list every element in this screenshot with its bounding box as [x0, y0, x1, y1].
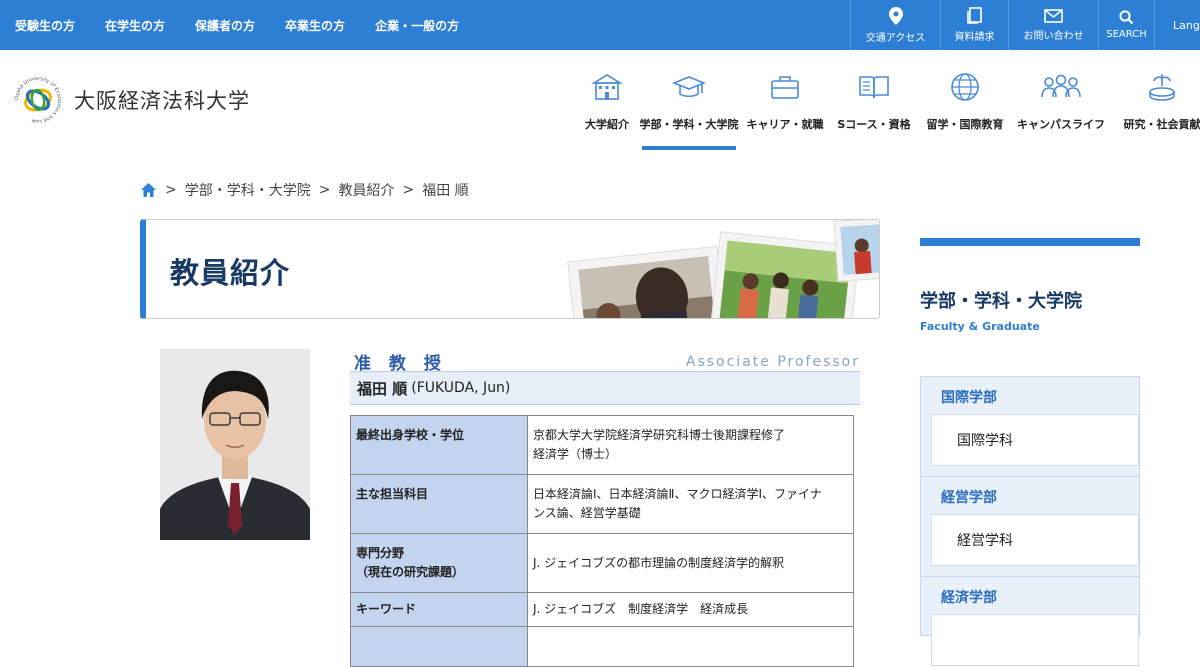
- table-row: [351, 627, 854, 667]
- sidebar-group-economics: 経済学部: [920, 576, 1140, 636]
- breadcrumb-faculty-intro[interactable]: 教員紹介: [338, 180, 394, 200]
- faculty-name-japanese: 福田 順: [357, 378, 407, 399]
- gnav-international[interactable]: 留学・国際教育: [920, 66, 1010, 152]
- faculty-name-bar: 福田 順 (FUKUDA, Jun): [350, 371, 860, 405]
- row-value-education: 京都大学大学院経済学研究科博士後期課程修了経済学（博士）: [528, 416, 854, 475]
- search-label: SEARCH: [1106, 29, 1146, 40]
- search-icon: [1119, 10, 1134, 25]
- sidebar-group-management: 経営学部 経営学科: [920, 476, 1140, 577]
- table-row: 専門分野（現在の研究課題） J. ジェイコブズの都市理論の制度経済学的解釈: [351, 534, 854, 593]
- faculty-rank: 准 教 授 Associate Professor: [350, 349, 860, 371]
- gnav-faculty[interactable]: 学部・学科・大学院: [636, 66, 742, 152]
- gnav-scourse-label: Sコース・資格: [837, 116, 910, 132]
- row-value-next: [528, 627, 854, 667]
- sidebar-item-international-dept[interactable]: 国際学科: [931, 414, 1139, 466]
- page-title-banner: 教員紹介: [140, 219, 880, 319]
- audience-link-alumni[interactable]: 卒業生の方: [285, 17, 345, 34]
- home-icon[interactable]: [140, 182, 157, 198]
- search-button[interactable]: SEARCH: [1098, 0, 1154, 50]
- global-nav: 大学紹介 学部・学科・大学院 キャリア・就職 Sコース・資格 留学・国際教育 キ…: [578, 66, 1200, 152]
- faculty-name-english: (FUKUDA, Jun): [411, 380, 510, 396]
- briefcase-icon: [768, 70, 802, 104]
- gnav-campuslife[interactable]: キャンパスライフ: [1010, 66, 1112, 152]
- sidebar-item-management-faculty[interactable]: 経営学部: [921, 477, 1139, 514]
- rank-english: Associate Professor: [686, 354, 860, 370]
- language-label: Lang: [1173, 19, 1200, 32]
- breadcrumb-faculty[interactable]: 学部・学科・大学院: [185, 180, 311, 200]
- audience-link-business[interactable]: 企業・一般の方: [375, 17, 459, 34]
- graduation-cap-icon: [672, 70, 706, 104]
- building-icon: [590, 70, 624, 104]
- page-title: 教員紹介: [170, 250, 290, 292]
- access-button[interactable]: 交通アクセス: [850, 0, 940, 50]
- sidebar-accent-bar: [920, 238, 1140, 246]
- sidebar-item-economics-faculty[interactable]: 経済学部: [921, 577, 1139, 614]
- breadcrumb: > 学部・学科・大学院 > 教員紹介 > 福田 順: [140, 180, 469, 200]
- svg-text:Osaka University of Economics: Osaka University of Economics and Law: [14, 76, 62, 124]
- sidebar-item-economics-dept[interactable]: [931, 614, 1139, 666]
- site-title: 大阪経済法科大学: [74, 85, 250, 115]
- audience-link-parents[interactable]: 保護者の方: [195, 17, 255, 34]
- table-row: 最終出身学校・学位 京都大学大学院経済学研究科博士後期課程修了経済学（博士）: [351, 416, 854, 475]
- sidebar-item-management-dept[interactable]: 経営学科: [931, 514, 1139, 566]
- book-icon: [857, 70, 891, 104]
- gnav-career-label: キャリア・就職: [747, 116, 824, 132]
- row-label-next: [351, 627, 528, 667]
- materials-label: 資料請求: [955, 28, 995, 43]
- row-value-specialty: J. ジェイコブズの都市理論の制度経済学的解釈: [528, 534, 854, 593]
- gnav-faculty-label: 学部・学科・大学院: [640, 116, 739, 132]
- gnav-scourse[interactable]: Sコース・資格: [828, 66, 920, 152]
- row-label-courses: 主な担当科目: [351, 475, 528, 534]
- site-logo[interactable]: Osaka University of Economics and Law 大阪…: [14, 76, 250, 124]
- access-label: 交通アクセス: [866, 29, 926, 44]
- mail-icon: [1044, 9, 1063, 23]
- contact-label: お問い合わせ: [1024, 27, 1084, 42]
- campus-photos-image: [566, 220, 880, 319]
- sidebar-item-international-faculty[interactable]: 国際学部: [921, 377, 1139, 414]
- table-row: キーワード J. ジェイコブズ 制度経済学 経済成長: [351, 593, 854, 627]
- portrait-image: [160, 349, 310, 540]
- faculty-info-table: 最終出身学校・学位 京都大学大学院経済学研究科博士後期課程修了経済学（博士） 主…: [350, 415, 854, 667]
- gnav-career[interactable]: キャリア・就職: [742, 66, 828, 152]
- row-value-courses: 日本経済論Ⅰ、日本経済論Ⅱ、マクロ経済学Ⅰ、ファイナンス論、経営学基礎: [528, 475, 854, 534]
- table-row: 主な担当科目 日本経済論Ⅰ、日本経済論Ⅱ、マクロ経済学Ⅰ、ファイナンス論、経営学…: [351, 475, 854, 534]
- gnav-campuslife-label: キャンパスライフ: [1017, 116, 1105, 132]
- contact-button[interactable]: お問い合わせ: [1008, 0, 1098, 50]
- map-pin-icon: [889, 7, 903, 25]
- row-label-keywords: キーワード: [351, 593, 528, 627]
- materials-button[interactable]: 資料請求: [940, 0, 1008, 50]
- row-value-keywords: J. ジェイコブズ 制度経済学 経済成長: [528, 593, 854, 627]
- gnav-research[interactable]: 研究・社会貢献: [1112, 66, 1200, 152]
- people-icon: [1039, 70, 1083, 104]
- audience-link-prospective[interactable]: 受験生の方: [15, 17, 75, 34]
- audience-link-students[interactable]: 在学生の方: [105, 17, 165, 34]
- language-button[interactable]: Lang: [1154, 0, 1200, 50]
- sidebar-subtitle: Faculty & Graduate: [920, 320, 1040, 333]
- gnav-about-label: 大学紹介: [585, 116, 629, 132]
- top-bar: 受験生の方 在学生の方 保護者の方 卒業生の方 企業・一般の方 交通アクセス 資…: [0, 0, 1200, 50]
- sidebar-group-international: 国際学部 国際学科: [920, 376, 1140, 477]
- breadcrumb-current: 福田 順: [422, 180, 468, 200]
- row-label-education: 最終出身学校・学位: [351, 416, 528, 475]
- gnav-research-label: 研究・社会貢献: [1124, 116, 1200, 132]
- faculty-portrait: [160, 349, 310, 540]
- utility-tools: 交通アクセス 資料請求 お問い合わせ SEARCH Lang: [850, 0, 1200, 50]
- fountain-icon: [1145, 70, 1179, 104]
- globe-icon: [948, 70, 982, 104]
- university-emblem-icon: Osaka University of Economics and Law: [14, 76, 62, 124]
- gnav-about[interactable]: 大学紹介: [578, 66, 636, 152]
- document-icon: [967, 7, 983, 24]
- row-label-specialty: 専門分野（現在の研究課題）: [351, 534, 528, 593]
- audience-nav: 受験生の方 在学生の方 保護者の方 卒業生の方 企業・一般の方: [0, 0, 474, 50]
- gnav-international-label: 留学・国際教育: [927, 116, 1004, 132]
- sidebar-title: 学部・学科・大学院: [920, 287, 1082, 313]
